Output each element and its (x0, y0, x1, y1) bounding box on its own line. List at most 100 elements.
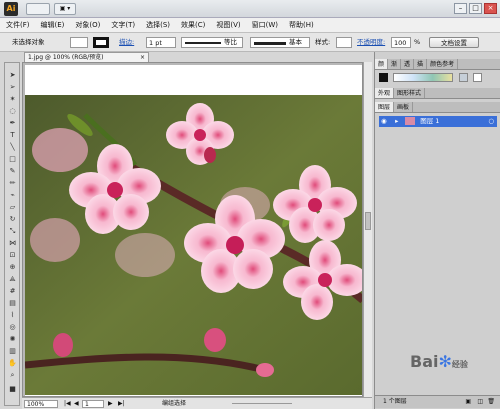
menu-object[interactable]: 对象(O) (75, 20, 100, 30)
tab-stroke[interactable]: 描 (414, 59, 428, 69)
vertical-scrollbar[interactable] (363, 62, 372, 397)
type-tool-icon[interactable]: T (7, 131, 18, 140)
width-tool-icon[interactable]: ⋈ (7, 239, 18, 248)
title-bar: Ai ▣ ▾ – □ × (0, 0, 500, 18)
arrange-documents-button[interactable]: ▣ ▾ (54, 3, 76, 15)
menu-bar: 文件(F) 编辑(E) 对象(O) 文字(T) 选择(S) 效果(C) 视图(V… (0, 18, 500, 33)
pencil-tool-icon[interactable]: ✏ (7, 179, 18, 188)
horizontal-scrollbar[interactable] (232, 403, 292, 409)
peach-blossom-image[interactable] (25, 95, 363, 395)
style-label: 样式: (315, 38, 331, 46)
menu-select[interactable]: 选择(S) (146, 20, 170, 30)
direct-selection-tool-icon[interactable]: ➢ (7, 83, 18, 92)
layers-panel-footer: 1 个图层 ▣ ◫ 🗑 (375, 395, 500, 408)
tab-color[interactable]: 颜 (375, 59, 389, 69)
artboard-number-field[interactable]: 1 (82, 400, 104, 408)
menu-type[interactable]: 文字(T) (111, 20, 135, 30)
symbol-sprayer-tool-icon[interactable]: ✺ (7, 335, 18, 344)
menu-effect[interactable]: 效果(C) (181, 20, 205, 30)
layer-target-icon[interactable]: ○ (488, 116, 494, 127)
minimize-button[interactable]: – (454, 3, 467, 14)
paw-icon: ✻ (438, 352, 452, 371)
magic-wand-tool-icon[interactable]: ✶ (7, 95, 18, 104)
tab-graphic-styles[interactable]: 图形样式 (394, 88, 426, 98)
tools-panel: ➤ ➢ ✶ ◌ ✒ T ╲ □ ✎ ✏ ⌁ ▱ ↻ ⤡ ⋈ ⊡ ⊕ ⟁ # ▤ … (4, 62, 20, 406)
layers-panel-tabs: 图层 画板 (375, 102, 500, 113)
free-transform-tool-icon[interactable]: ⊡ (7, 251, 18, 260)
layer-expand-icon[interactable]: ▸ (395, 116, 403, 127)
fill-swatch[interactable] (70, 37, 88, 48)
shape-builder-tool-icon[interactable]: ⊕ (7, 263, 18, 272)
stroke-label[interactable]: 描边: (119, 37, 134, 48)
fill-stroke-icon[interactable]: ■ (7, 385, 18, 397)
color-guide-swatch-alt[interactable] (473, 73, 482, 82)
blend-tool-icon[interactable]: ◎ (7, 323, 18, 332)
tab-artboards[interactable]: 画板 (394, 102, 414, 112)
stroke-swatch[interactable] (93, 37, 109, 48)
tab-transparency[interactable]: 透 (401, 59, 415, 69)
tab-appearance[interactable]: 外观 (375, 88, 395, 98)
tab-color-guide[interactable]: 颜色参考 (427, 59, 459, 69)
opacity-label[interactable]: 不透明度: (357, 37, 385, 48)
opacity-field[interactable]: 100 (391, 37, 411, 48)
close-tab-icon[interactable]: × (140, 53, 145, 62)
first-artboard-icon[interactable]: |◀ (64, 400, 71, 408)
rectangle-tool-icon[interactable]: □ (7, 155, 18, 164)
status-bar: 100% |◀ ◀ 1 ▶ ▶| 编组选择 (22, 397, 372, 409)
selection-tool-icon[interactable]: ➤ (7, 71, 18, 80)
stroke-profile-preview (185, 42, 221, 44)
column-graph-tool-icon[interactable]: ▥ (7, 347, 18, 356)
stroke-profile-label: 等比 (224, 38, 237, 46)
lasso-tool-icon[interactable]: ◌ (7, 107, 18, 116)
layer-row[interactable]: ◉ ▸ 图层 1 ○ (379, 116, 497, 127)
perspective-grid-tool-icon[interactable]: ⟁ (7, 275, 18, 284)
hand-tool-icon[interactable]: ✋ (7, 359, 18, 368)
close-button[interactable]: × (484, 3, 497, 14)
eraser-tool-icon[interactable]: ▱ (7, 203, 18, 212)
tab-layers[interactable]: 图层 (375, 102, 395, 112)
visibility-eye-icon[interactable]: ◉ (381, 116, 389, 127)
next-artboard-icon[interactable]: ▶ (108, 400, 113, 408)
fill-color-swatch[interactable] (379, 73, 388, 82)
paintbrush-tool-icon[interactable]: ✎ (7, 167, 18, 176)
blob-brush-tool-icon[interactable]: ⌁ (7, 191, 18, 200)
pen-tool-icon[interactable]: ✒ (7, 119, 18, 128)
appearance-panel-tabs: 外观 图形样式 (375, 88, 500, 99)
scale-tool-icon[interactable]: ⤡ (7, 227, 18, 236)
menu-help[interactable]: 帮助(H) (289, 20, 314, 30)
line-tool-icon[interactable]: ╲ (7, 143, 18, 152)
status-info-text: 编组选择 (162, 400, 187, 407)
document-tab-title: 1.jpg @ 100% (RGB/预览) (28, 54, 104, 61)
tab-swatches[interactable]: 渐 (388, 59, 402, 69)
new-layer-icon[interactable]: ▣ (465, 396, 471, 408)
make-clipping-mask-icon[interactable]: ◫ (477, 396, 483, 408)
menu-window[interactable]: 窗口(W) (252, 20, 278, 30)
opacity-unit: % (414, 38, 421, 46)
watermark-suffix: 经验 (451, 360, 468, 369)
zoom-tool-icon[interactable]: ⌕ (7, 371, 18, 380)
menu-file[interactable]: 文件(F) (6, 20, 30, 30)
eyedropper-tool-icon[interactable]: ⌇ (7, 311, 18, 320)
layer-name[interactable]: 图层 1 (420, 117, 439, 125)
document-tab[interactable]: 1.jpg @ 100% (RGB/预览) × (24, 52, 149, 62)
window-controls: – □ × (454, 3, 497, 14)
canvas-area[interactable] (22, 62, 363, 397)
zoom-level-field[interactable]: 100% (24, 400, 58, 408)
menu-edit[interactable]: 编辑(E) (41, 20, 65, 30)
gradient-tool-icon[interactable]: ▤ (7, 299, 18, 308)
baidu-jingyan-watermark: Bai✻经验 (410, 352, 468, 371)
rotate-tool-icon[interactable]: ↻ (7, 215, 18, 224)
color-spectrum-bar[interactable] (393, 73, 453, 82)
maximize-button[interactable]: □ (469, 3, 482, 14)
style-swatch[interactable] (336, 37, 352, 48)
delete-layer-icon[interactable]: 🗑 (487, 396, 495, 408)
bridge-button[interactable] (26, 3, 50, 15)
mesh-tool-icon[interactable]: # (7, 287, 18, 296)
color-guide-swatch[interactable] (459, 73, 468, 82)
menu-view[interactable]: 视图(V) (216, 20, 240, 30)
last-artboard-icon[interactable]: ▶| (118, 400, 125, 408)
previous-artboard-icon[interactable]: ◀ (74, 400, 79, 408)
stroke-weight-field[interactable]: 1 pt (146, 37, 176, 48)
document-setup-button[interactable]: 文档设置 (429, 37, 479, 48)
scroll-thumb[interactable] (365, 212, 371, 230)
